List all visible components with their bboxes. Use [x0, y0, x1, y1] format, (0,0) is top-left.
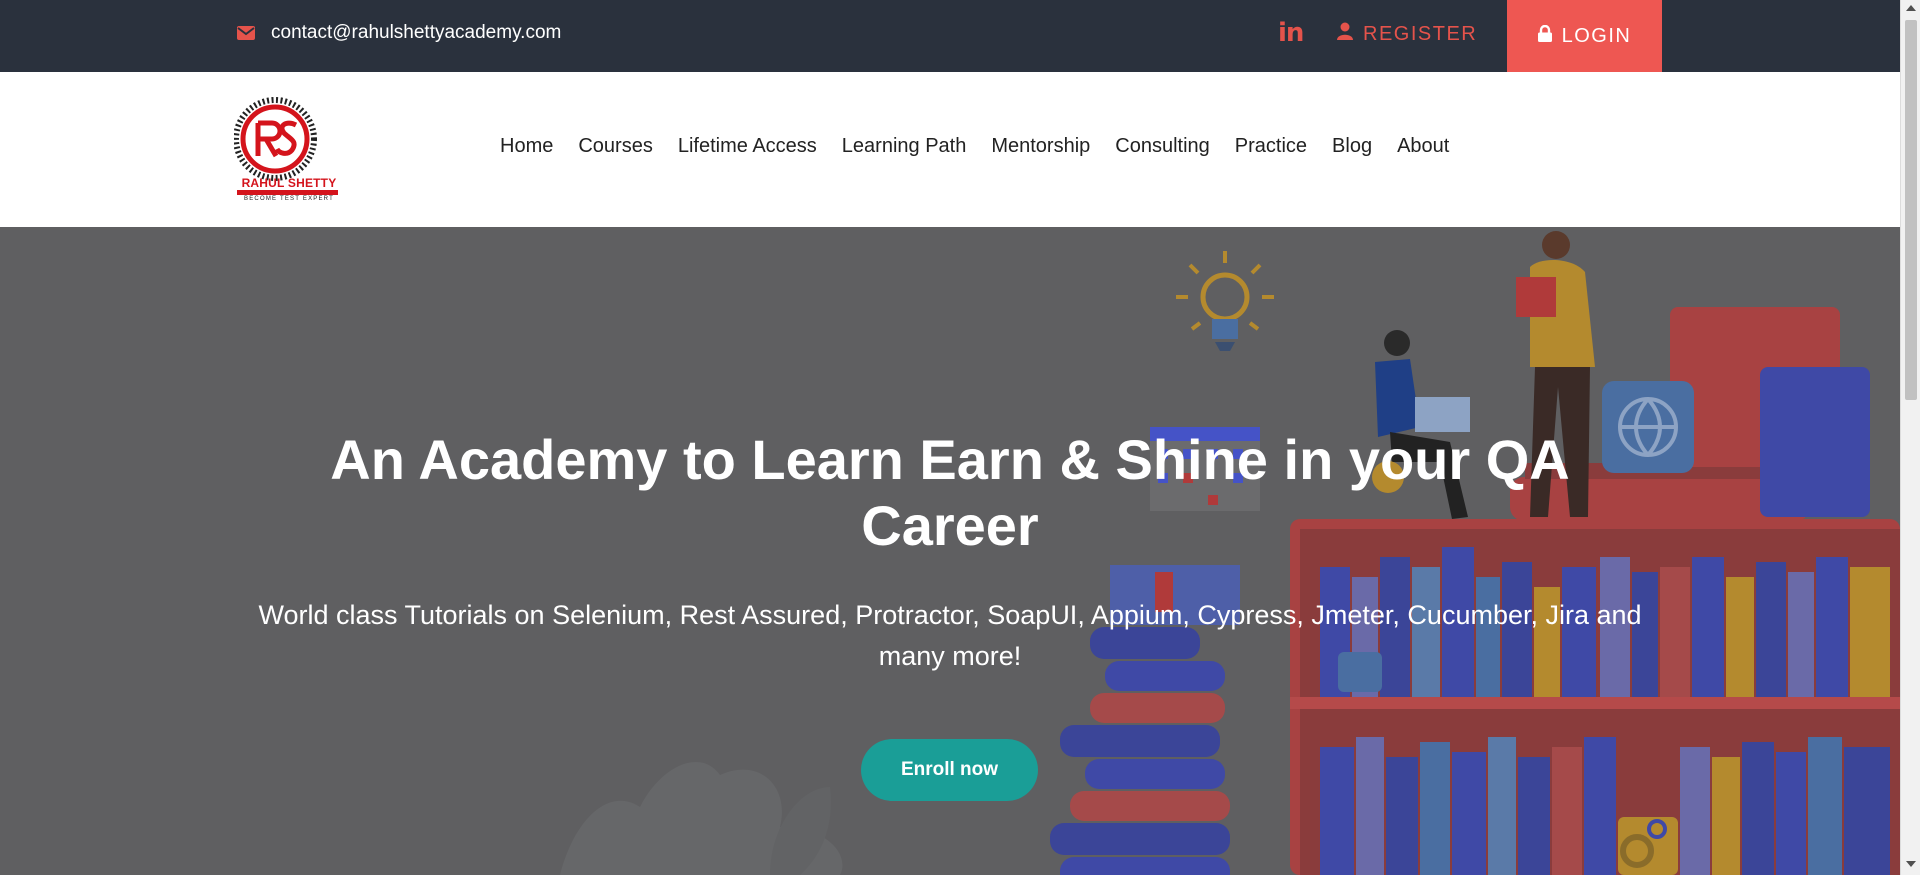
user-icon: [1337, 22, 1353, 46]
nav-consulting[interactable]: Consulting: [1115, 135, 1210, 158]
main-nav: Home Courses Lifetime Access Learning Pa…: [500, 135, 1474, 158]
login-button[interactable]: LOGIN: [1507, 0, 1662, 72]
brand-tagline: BECOME TEST EXPERT: [244, 196, 334, 202]
nav-practice[interactable]: Practice: [1235, 135, 1307, 158]
register-label: REGISTER: [1363, 22, 1478, 45]
nav-mentorship[interactable]: Mentorship: [991, 135, 1090, 158]
page-scrollbar[interactable]: [1900, 0, 1920, 875]
contact-email[interactable]: contact@rahulshettyacademy.com: [237, 22, 561, 44]
envelope-icon: [237, 26, 255, 40]
top-bar: contact@rahulshettyacademy.com in REGIST…: [0, 0, 1900, 72]
lightbulb-icon: [1176, 251, 1274, 351]
bookshelf: [1290, 519, 1900, 875]
linkedin-icon[interactable]: in: [1278, 18, 1304, 48]
hero-subtitle: World class Tutorials on Selenium, Rest …: [258, 600, 1642, 671]
brand-name: RAHUL SHETTY: [241, 176, 337, 190]
scroll-up-arrow-icon[interactable]: [1906, 5, 1916, 11]
scrollbar-thumb[interactable]: [1905, 20, 1917, 400]
hero-section: An Academy to Learn Earn & Shine in your…: [0, 227, 1900, 875]
nav-home[interactable]: Home: [500, 135, 553, 158]
nav-courses[interactable]: Courses: [578, 135, 652, 158]
register-link[interactable]: REGISTER: [1337, 22, 1477, 46]
brand-wordmark: RAHUL SHETTY BECOME TEST EXPERT: [236, 176, 342, 202]
enroll-now-button[interactable]: Enroll now: [861, 739, 1038, 801]
scroll-down-arrow-icon[interactable]: [1906, 861, 1916, 867]
login-label: LOGIN: [1561, 24, 1632, 47]
site-header: RAHUL SHETTY BECOME TEST EXPERT Home Cou…: [0, 72, 1900, 227]
lock-icon: [1537, 24, 1552, 48]
hero-title: An Academy to Learn Earn & Shine in your…: [330, 428, 1570, 557]
nav-about[interactable]: About: [1397, 135, 1449, 158]
nav-lifetime-access[interactable]: Lifetime Access: [678, 135, 817, 158]
contact-email-text: contact@rahulshettyacademy.com: [271, 22, 562, 43]
nav-learning-path[interactable]: Learning Path: [842, 135, 967, 158]
nav-blog[interactable]: Blog: [1332, 135, 1372, 158]
